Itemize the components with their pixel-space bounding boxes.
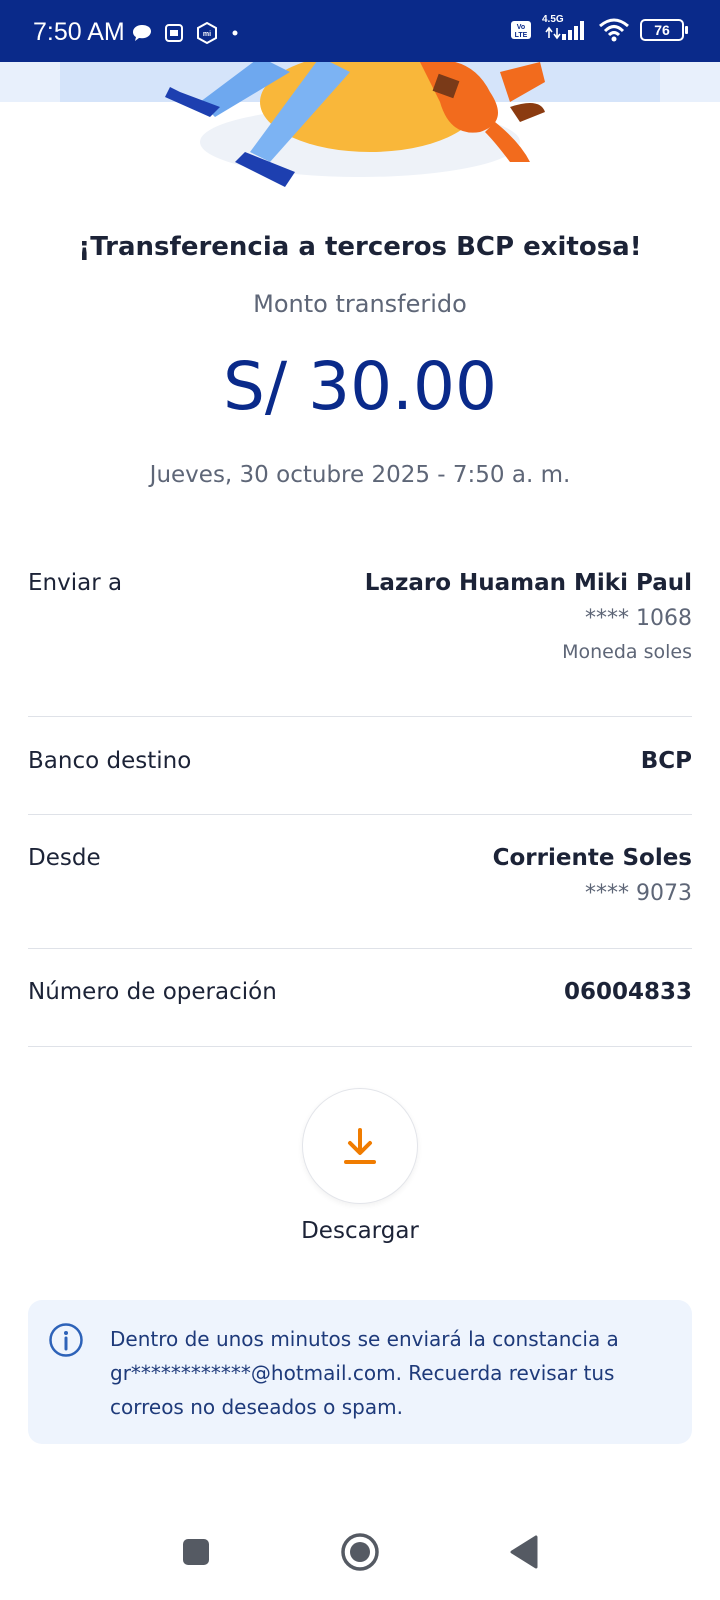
recent-apps-icon[interactable] [180,1536,212,1568]
from-values: Corriente Soles **** 9073 [493,845,692,906]
detail-row-bank: Banco destino BCP [28,748,692,788]
recipient-values: Lazaro Huaman Miki Paul **** 1068 Moneda… [365,570,692,663]
wifi-icon [599,18,629,42]
success-illustration [0,62,720,187]
status-bar: 7:50 AM mi Vo LTE 4.5G 76 [0,0,720,62]
back-icon[interactable] [508,1535,540,1569]
dot-icon [232,30,238,36]
svg-text:Vo: Vo [517,24,525,31]
divider [28,1046,692,1047]
mi-icon: mi [197,22,217,44]
recipient-currency: Moneda soles [562,641,692,663]
status-time: 7:50 AM [33,18,125,46]
transfer-datetime: Jueves, 30 octubre 2025 - 7:50 a. m. [149,462,571,488]
battery-indicator: 76 [640,19,688,41]
detail-row-recipient: Enviar a Lazaro Huaman Miki Paul **** 10… [28,570,692,680]
operation-label: Número de operación [28,979,277,1005]
operation-number: 06004833 [563,979,692,1005]
download-button[interactable] [302,1088,418,1204]
system-icons: Vo LTE 4.5G 76 [510,14,688,42]
from-account-number: **** 9073 [585,881,692,906]
battery-level: 76 [654,22,670,38]
from-label: Desde [28,845,101,871]
from-account-type: Corriente Soles [492,845,692,871]
divider [28,716,692,717]
info-icon [49,1323,83,1357]
download-label[interactable]: Descargar [0,1218,720,1244]
chat-icon [133,25,151,41]
home-icon[interactable] [340,1532,380,1572]
signal-group: 4.5G [542,14,588,42]
download-icon [344,1128,376,1164]
divider [28,814,692,815]
bank-label: Banco destino [28,748,192,774]
detail-row-operation: Número de operación 06004833 [28,979,692,1019]
operation-values: 06004833 [564,979,692,1005]
hero-illustration [0,62,720,192]
info-text: Dentro de unos minutos se enviará la con… [110,1327,619,1419]
bank-value: BCP [640,748,692,774]
svg-text:mi: mi [203,31,211,38]
bank-values: BCP [641,748,692,774]
gallery-icon [165,24,183,42]
recipient-label: Enviar a [28,570,123,596]
recipient-account: **** 1068 [585,606,692,631]
detail-row-from: Desde Corriente Soles **** 9073 [28,845,692,925]
svg-text:LTE: LTE [515,32,528,39]
system-nav-bar [0,1520,720,1600]
success-title: ¡Transferencia a terceros BCP exitosa! [78,232,642,262]
volte-icon: Vo LTE [511,21,531,39]
notification-icons: mi [132,22,240,44]
amount-caption: Monto transferido [253,290,467,318]
transfer-amount: S/ 30.00 [222,348,498,425]
signal-icon [545,21,584,40]
info-banner: Dentro de unos minutos se enviará la con… [28,1300,692,1444]
divider [28,948,692,949]
recipient-name: Lazaro Huaman Miki Paul [364,570,692,596]
